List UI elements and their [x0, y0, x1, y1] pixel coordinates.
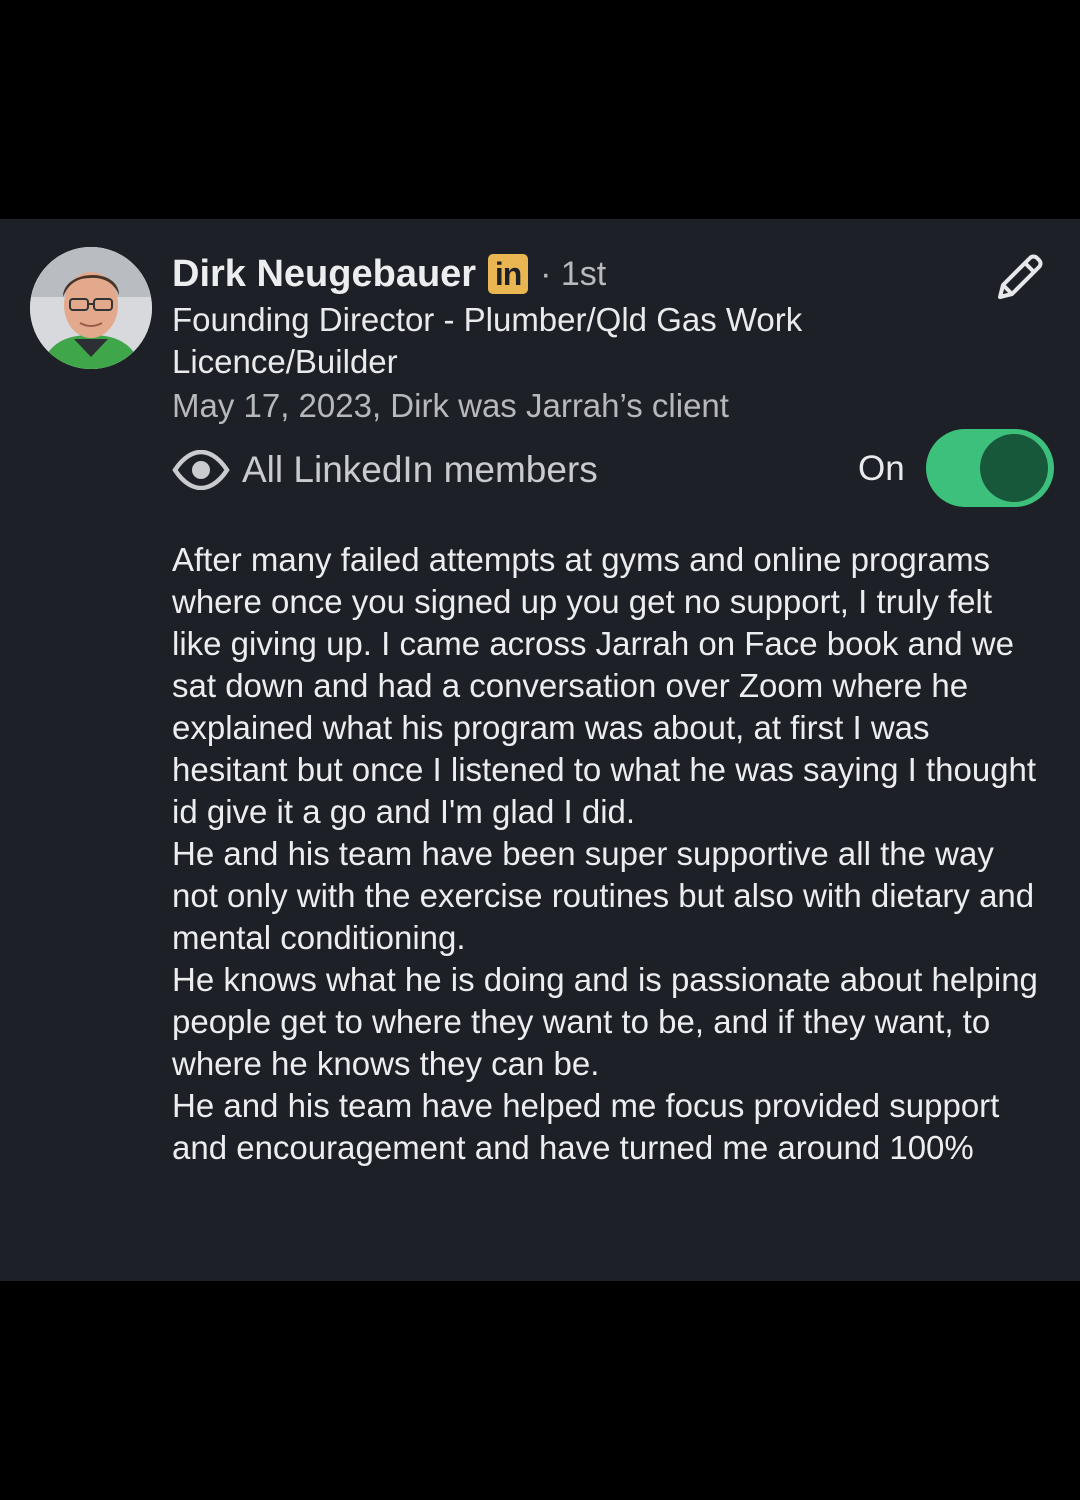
author-name[interactable]: Dirk Neugebauer — [172, 253, 476, 296]
visibility-label: All LinkedIn members — [242, 449, 598, 490]
edit-button[interactable] — [990, 249, 1048, 307]
avatar-photo — [30, 247, 152, 369]
avatar[interactable] — [30, 247, 152, 369]
author-headline: Founding Director - Plumber/Qld Gas Work… — [172, 301, 803, 380]
linkedin-badge-icon: in — [488, 254, 529, 294]
recommendation-text: After many failed attempts at gyms and o… — [172, 541, 1038, 1166]
pencil-icon — [998, 254, 1043, 299]
recommendation-card: Dirk Neugebauer in · 1st Founding Direct… — [0, 219, 1080, 1281]
author-row: Dirk Neugebauer in · 1st — [172, 249, 606, 299]
connection-degree: · 1st — [540, 254, 607, 293]
visibility-setting: All LinkedIn members — [172, 445, 598, 495]
eye-icon — [172, 450, 230, 490]
toggle-knob — [980, 434, 1048, 502]
recommendation-date: May 17, 2023, Dirk was Jarrah’s client — [172, 387, 729, 424]
toggle-state-label: On — [858, 449, 905, 488]
visibility-toggle[interactable] — [926, 429, 1054, 507]
